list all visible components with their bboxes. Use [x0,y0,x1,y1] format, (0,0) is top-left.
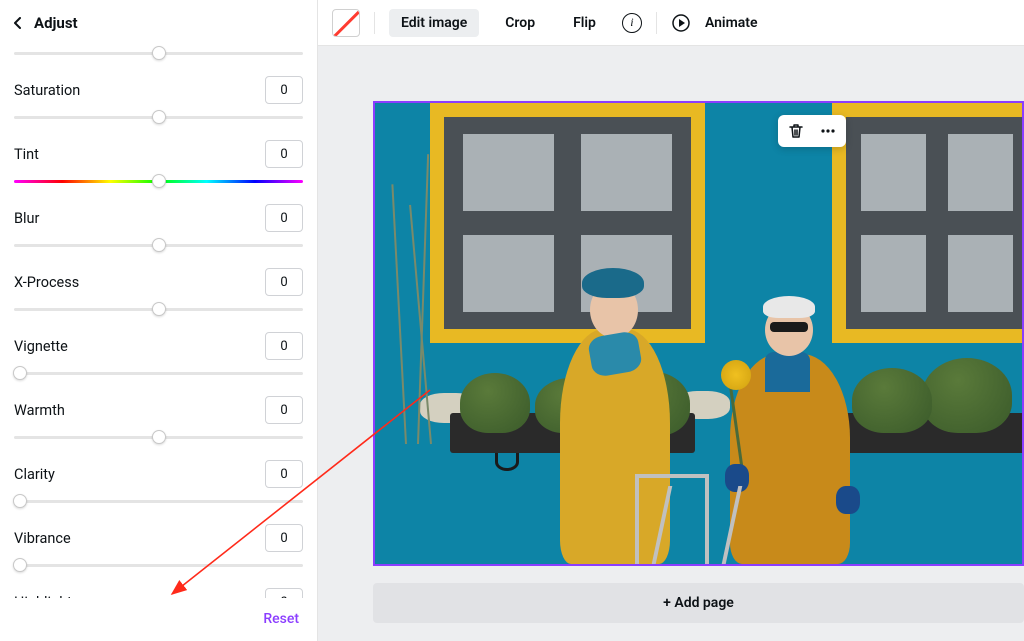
value-xprocess[interactable]: 0 [265,268,303,296]
reset-button[interactable]: Reset [263,611,299,627]
slider-clarity[interactable] [14,494,303,508]
slider-truncated[interactable] [14,46,303,60]
value-blur[interactable]: 0 [265,204,303,232]
slider-vignette[interactable] [14,366,303,380]
adjust-title: Adjust [34,14,78,32]
label-xprocess: X-Process [14,274,79,291]
add-page-label: + Add page [663,595,734,611]
value-tint[interactable]: 0 [265,140,303,168]
slider-tint[interactable] [14,174,303,188]
adjust-panel: Adjust Saturation 0 Tint 0 Blur 0 X-Process… [0,0,318,641]
main-area: Edit image Crop Flip i Animate [318,0,1024,641]
value-vibrance[interactable]: 0 [265,524,303,552]
label-vignette: Vignette [14,338,68,355]
edit-image-button[interactable]: Edit image [389,9,479,37]
crop-button[interactable]: Crop [493,9,547,37]
more-icon[interactable] [818,121,838,141]
slider-warmth[interactable] [14,430,303,444]
toolbar-divider [656,12,657,34]
adjust-list: Saturation 0 Tint 0 Blur 0 X-Process 0 Vigne… [0,42,317,598]
label-vibrance: Vibrance [14,530,71,547]
slider-xprocess[interactable] [14,302,303,316]
trash-icon[interactable] [786,121,806,141]
background-color-swatch[interactable] [332,9,360,37]
selected-image[interactable] [373,101,1024,566]
chevron-left-icon [10,15,26,31]
value-warmth[interactable]: 0 [265,396,303,424]
value-saturation[interactable]: 0 [265,76,303,104]
value-vignette[interactable]: 0 [265,332,303,360]
toolbar-divider [374,12,375,34]
slider-vibrance[interactable] [14,558,303,572]
floating-toolbar [778,115,846,147]
slider-blur[interactable] [14,238,303,252]
label-saturation: Saturation [14,82,80,99]
animate-icon [671,13,691,33]
value-highlights[interactable]: 0 [265,588,303,598]
adjust-header[interactable]: Adjust [0,0,317,42]
label-clarity: Clarity [14,466,55,483]
add-page-button[interactable]: + Add page [373,583,1024,623]
image-toolbar: Edit image Crop Flip i Animate [318,0,1024,46]
canvas-wrap: + Add page [318,46,1024,641]
value-clarity[interactable]: 0 [265,460,303,488]
flip-button[interactable]: Flip [561,9,608,37]
label-tint: Tint [14,146,39,163]
info-icon[interactable]: i [622,13,642,33]
slider-saturation[interactable] [14,110,303,124]
animate-button[interactable]: Animate [705,9,770,37]
label-blur: Blur [14,210,39,227]
label-warmth: Warmth [14,402,65,419]
